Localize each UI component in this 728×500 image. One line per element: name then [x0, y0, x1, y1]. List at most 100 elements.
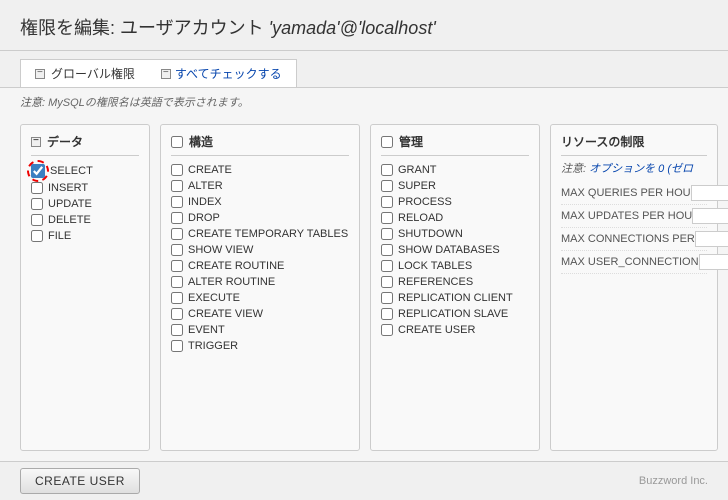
- drop-checkbox[interactable]: [171, 212, 183, 224]
- references-checkbox[interactable]: [381, 276, 393, 288]
- file-checkbox[interactable]: [31, 230, 43, 242]
- max-updates-label: MAX UPDATES PER HOU: [561, 210, 692, 222]
- create-checkbox[interactable]: [171, 164, 183, 176]
- create-routine-checkbox[interactable]: [171, 260, 183, 272]
- shutdown-checkbox[interactable]: [381, 228, 393, 240]
- title-prefix: 権限を編集: ユーザアカウント: [20, 18, 269, 38]
- list-item: SHOW DATABASES: [381, 242, 529, 258]
- max-connections-label: MAX CONNECTIONS PER: [561, 233, 695, 245]
- max-user-connections-input[interactable]: [699, 254, 728, 270]
- insert-label[interactable]: INSERT: [48, 182, 88, 194]
- max-user-connections-label: MAX USER_CONNECTION: [561, 256, 699, 268]
- list-item: CREATE USER: [381, 322, 529, 338]
- structure-section-checkbox[interactable]: [171, 136, 183, 148]
- structure-section-title[interactable]: 構造: [189, 133, 213, 150]
- update-checkbox[interactable]: [31, 198, 43, 210]
- list-item: LOCK TABLES: [381, 258, 529, 274]
- tab-global-privileges[interactable]: グローバル権限 すべてチェックする: [20, 59, 297, 87]
- data-section-header: データ: [31, 133, 139, 156]
- list-item: DROP: [171, 210, 349, 226]
- max-queries-row: MAX QUERIES PER HOU: [561, 182, 707, 205]
- update-label[interactable]: UPDATE: [48, 198, 92, 210]
- show-view-checkbox[interactable]: [171, 244, 183, 256]
- grant-checkbox[interactable]: [381, 164, 393, 176]
- max-connections-row: MAX CONNECTIONS PER: [561, 228, 707, 251]
- lock-tables-checkbox[interactable]: [381, 260, 393, 272]
- minus-icon: [35, 69, 45, 79]
- execute-checkbox[interactable]: [171, 292, 183, 304]
- buzzword-logo: Buzzword Inc.: [639, 475, 708, 487]
- max-updates-input[interactable]: [692, 208, 728, 224]
- list-item: FILE: [31, 228, 139, 244]
- admin-section: 管理 GRANT SUPER PROCESS RELOAD SHUTDOWN S…: [370, 124, 540, 451]
- data-section-title: データ: [47, 133, 83, 150]
- replication-slave-checkbox[interactable]: [381, 308, 393, 320]
- event-checkbox[interactable]: [171, 324, 183, 336]
- file-label[interactable]: FILE: [48, 230, 71, 242]
- show-databases-checkbox[interactable]: [381, 244, 393, 256]
- alter-routine-checkbox[interactable]: [171, 276, 183, 288]
- create-user-checkbox[interactable]: [381, 324, 393, 336]
- admin-section-header: 管理: [381, 133, 529, 156]
- create-view-checkbox[interactable]: [171, 308, 183, 320]
- list-item: SHUTDOWN: [381, 226, 529, 242]
- notice-body: MySQLの権限名は英語で表示されます。: [48, 97, 249, 109]
- structure-section: 構造 CREATE ALTER INDEX DROP CREATE TEMPOR…: [160, 124, 360, 451]
- list-item: TRIGGER: [171, 338, 349, 354]
- list-item: ALTER: [171, 178, 349, 194]
- list-item: INSERT: [31, 180, 139, 196]
- list-item: CREATE: [171, 162, 349, 178]
- list-item: REPLICATION SLAVE: [381, 306, 529, 322]
- create-temp-checkbox[interactable]: [171, 228, 183, 240]
- max-user-connections-row: MAX USER_CONNECTION: [561, 251, 707, 274]
- insert-checkbox[interactable]: [31, 182, 43, 194]
- list-item: CREATE ROUTINE: [171, 258, 349, 274]
- list-item: CREATE TEMPORARY TABLES: [171, 226, 349, 242]
- list-item: DELETE: [31, 212, 139, 228]
- admin-section-checkbox[interactable]: [381, 136, 393, 148]
- list-item: SUPER: [381, 178, 529, 194]
- create-user-button[interactable]: CREATE USER: [20, 468, 140, 494]
- list-item: REPLICATION CLIENT: [381, 290, 529, 306]
- footer-bar: CREATE USER Buzzword Inc.: [0, 461, 728, 500]
- list-item: ALTER ROUTINE: [171, 274, 349, 290]
- check-all-button[interactable]: すべてチェックする: [175, 65, 282, 82]
- delete-checkbox[interactable]: [31, 214, 43, 226]
- data-section: データ SELECT INSERT UPDATE: [20, 124, 150, 451]
- alter-checkbox[interactable]: [171, 180, 183, 192]
- list-item: EXECUTE: [171, 290, 349, 306]
- notice-prefix: 注意:: [20, 97, 48, 109]
- super-checkbox[interactable]: [381, 180, 393, 192]
- resources-section: リソースの制限 注意: オプションを 0 (ゼロ MAX QUERIES PER…: [550, 124, 718, 451]
- list-item: RELOAD: [381, 210, 529, 226]
- list-item: EVENT: [171, 322, 349, 338]
- privileges-area: データ SELECT INSERT UPDATE: [0, 116, 728, 461]
- check-all-minus-icon: [161, 69, 171, 79]
- max-connections-input[interactable]: [695, 231, 728, 247]
- main-content: 注意: MySQLの権限名は英語で表示されます。 データ SELECT: [0, 88, 728, 461]
- resources-section-header: リソースの制限: [561, 133, 707, 156]
- max-queries-input[interactable]: [691, 185, 728, 201]
- list-item: SELECT: [31, 162, 139, 180]
- index-checkbox[interactable]: [171, 196, 183, 208]
- select-label[interactable]: SELECT: [50, 165, 93, 177]
- tab-global-label: グローバル権限: [51, 65, 135, 82]
- list-item: GRANT: [381, 162, 529, 178]
- data-minus-icon: [31, 137, 41, 147]
- resources-section-title: リソースの制限: [561, 133, 644, 150]
- delete-label[interactable]: DELETE: [48, 214, 91, 226]
- select-checkbox[interactable]: [31, 164, 45, 178]
- reload-checkbox[interactable]: [381, 212, 393, 224]
- max-updates-row: MAX UPDATES PER HOU: [561, 205, 707, 228]
- select-checkbox-wrapper: [31, 164, 45, 178]
- process-checkbox[interactable]: [381, 196, 393, 208]
- list-item: REFERENCES: [381, 274, 529, 290]
- structure-section-header: 構造: [171, 133, 349, 156]
- resources-notice: 注意: オプションを 0 (ゼロ: [561, 160, 707, 176]
- trigger-checkbox[interactable]: [171, 340, 183, 352]
- list-item: SHOW VIEW: [171, 242, 349, 258]
- admin-section-title[interactable]: 管理: [399, 133, 423, 150]
- list-item: UPDATE: [31, 196, 139, 212]
- list-item: INDEX: [171, 194, 349, 210]
- replication-client-checkbox[interactable]: [381, 292, 393, 304]
